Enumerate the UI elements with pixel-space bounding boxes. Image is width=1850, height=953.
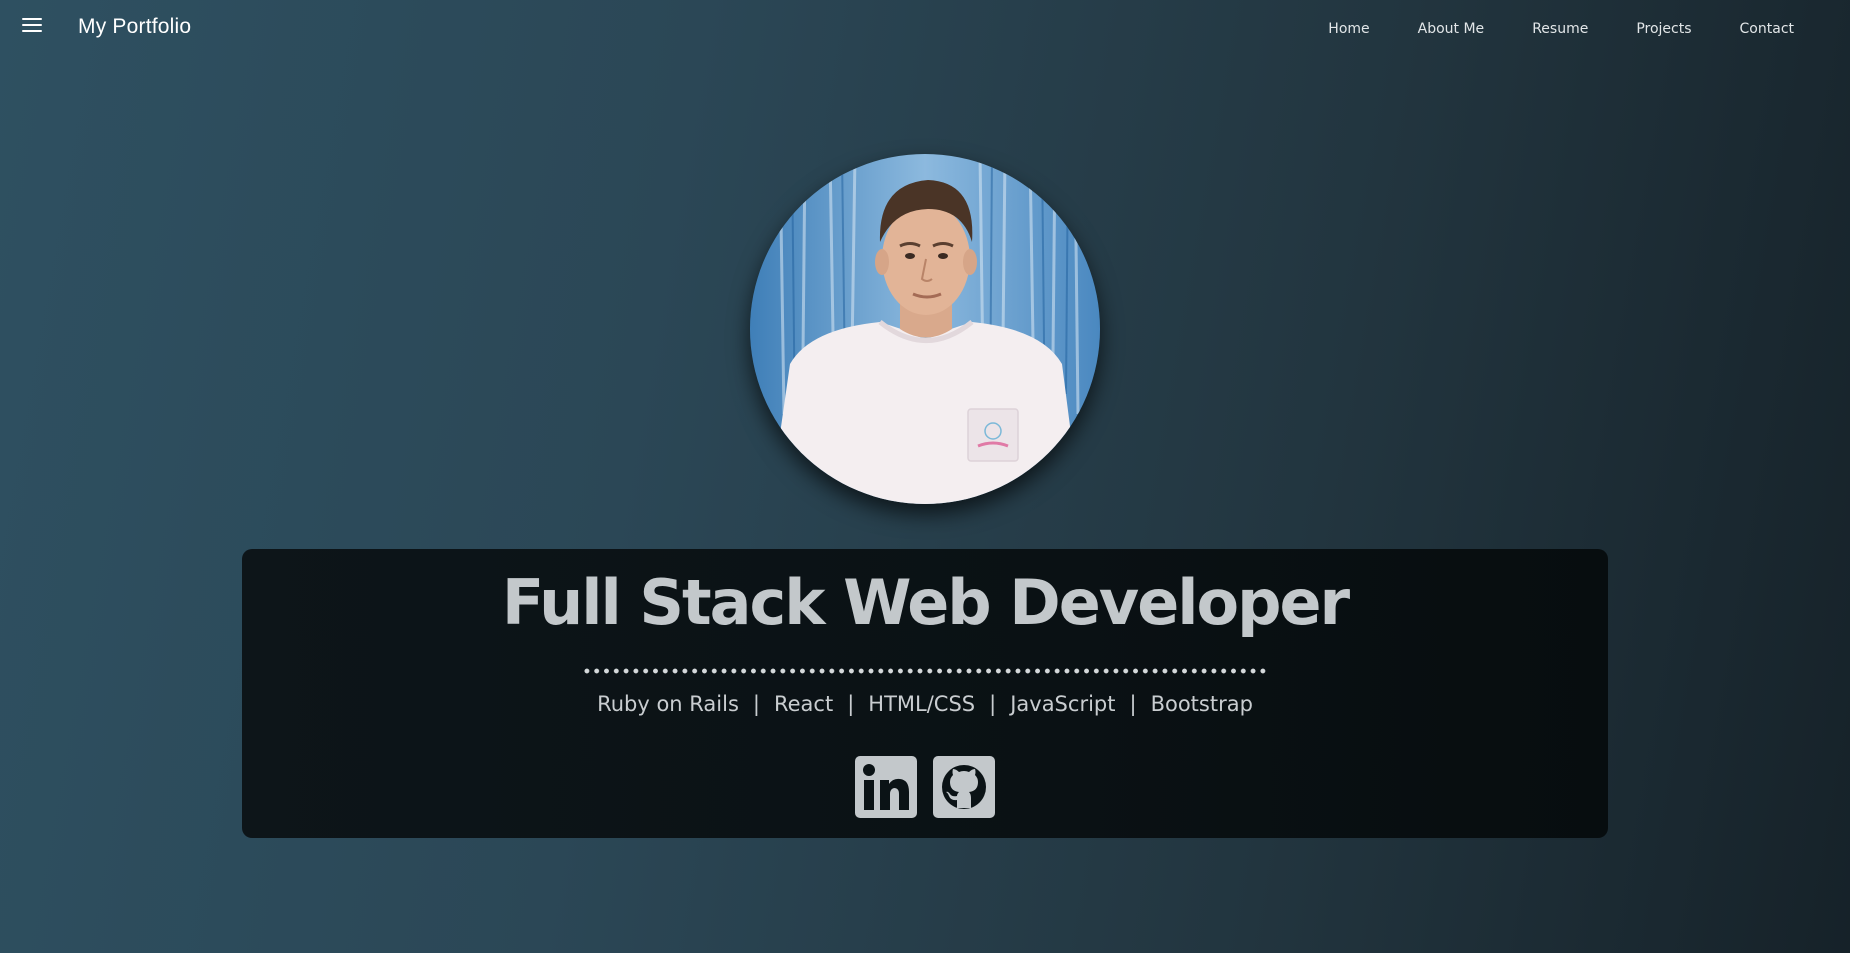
nav-link-about-me[interactable]: About Me bbox=[1418, 21, 1485, 37]
brand-link[interactable]: My Portfolio bbox=[78, 15, 191, 39]
hero-card: Full Stack Web Developer Ruby on Rails |… bbox=[242, 549, 1608, 838]
skill-item: React bbox=[773, 692, 834, 717]
skill-separator: | bbox=[847, 692, 855, 717]
nav-links: Home About Me Resume Projects Contact bbox=[1280, 21, 1794, 37]
skills-list: Ruby on Rails | React | HTML/CSS | JavaS… bbox=[242, 692, 1608, 716]
profile-photo bbox=[750, 154, 1100, 504]
dotted-divider bbox=[582, 668, 1268, 675]
skill-item: Ruby on Rails bbox=[597, 692, 739, 717]
skill-separator: | bbox=[989, 692, 997, 717]
skill-separator: | bbox=[752, 692, 760, 717]
navbar: My Portfolio Home About Me Resume Projec… bbox=[0, 0, 1850, 58]
social-links bbox=[242, 756, 1608, 819]
nav-link-contact[interactable]: Contact bbox=[1740, 21, 1794, 37]
linkedin-icon[interactable] bbox=[855, 756, 917, 819]
nav-link-projects[interactable]: Projects bbox=[1636, 21, 1691, 37]
profile-avatar bbox=[750, 154, 1100, 504]
hero-title: Full Stack Web Developer bbox=[501, 566, 1350, 639]
skill-item: Bootstrap bbox=[1150, 692, 1253, 717]
skill-separator: | bbox=[1129, 692, 1137, 717]
skill-item: HTML/CSS bbox=[868, 692, 976, 717]
nav-link-home[interactable]: Home bbox=[1328, 21, 1369, 37]
skill-item: JavaScript bbox=[1010, 692, 1116, 717]
nav-link-resume[interactable]: Resume bbox=[1532, 21, 1588, 37]
github-icon[interactable] bbox=[933, 756, 995, 819]
hamburger-menu-icon[interactable] bbox=[22, 18, 44, 38]
